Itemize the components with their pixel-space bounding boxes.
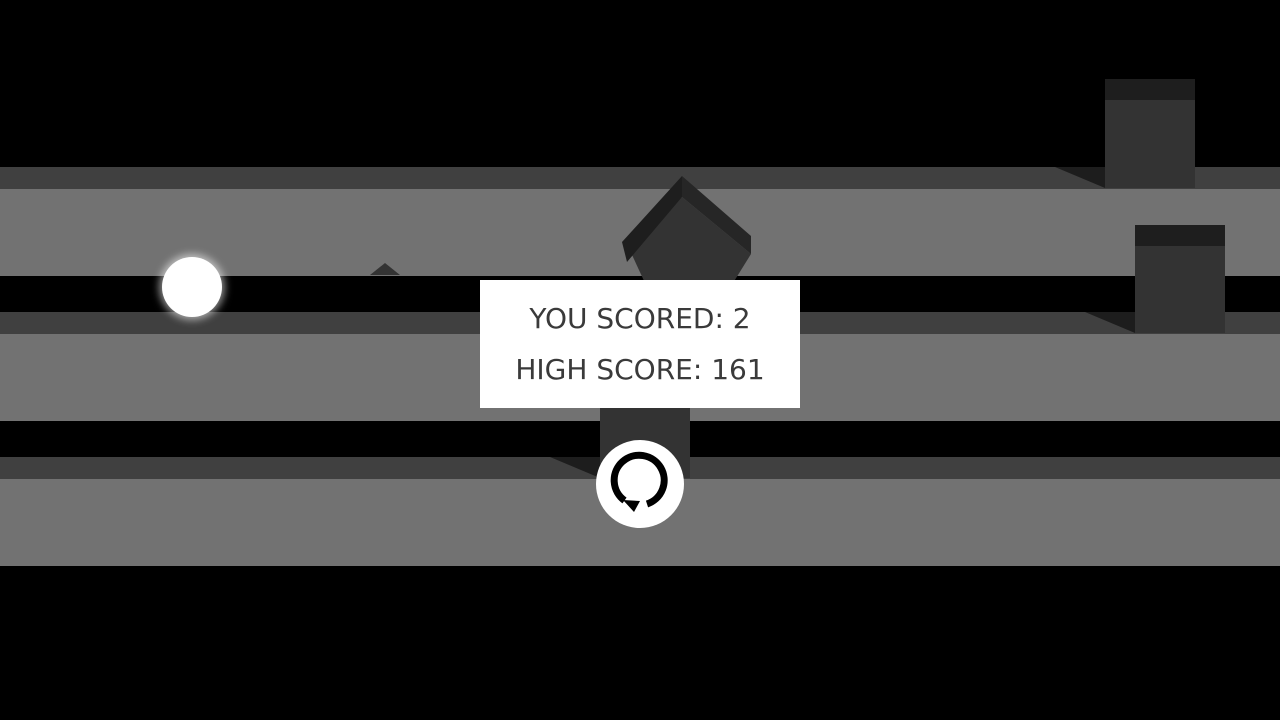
- obstacle-shadow: [550, 457, 600, 478]
- obstacle-block: [1135, 225, 1225, 333]
- high-score-line: HIGH SCORE: 161: [515, 344, 764, 395]
- game-canvas: YOU SCORED: 2 HIGH SCORE: 161: [0, 0, 1280, 720]
- restart-button[interactable]: [596, 440, 684, 528]
- obstacle-block: [1105, 79, 1195, 188]
- obstacle-shadow: [1055, 167, 1105, 188]
- score-label: YOU SCORED:: [529, 302, 724, 335]
- player-ball: [162, 257, 222, 317]
- score-value: 2: [732, 302, 751, 335]
- high-score-label: HIGH SCORE:: [515, 353, 703, 386]
- restart-icon: [610, 451, 668, 512]
- obstacle-shadow: [1085, 312, 1135, 333]
- game-over-panel: YOU SCORED: 2 HIGH SCORE: 161: [480, 280, 800, 408]
- high-score-value: 161: [711, 353, 765, 386]
- score-line: YOU SCORED: 2: [529, 293, 750, 344]
- obstacle-block-top: [1105, 79, 1195, 100]
- obstacle-block-top: [1135, 225, 1225, 246]
